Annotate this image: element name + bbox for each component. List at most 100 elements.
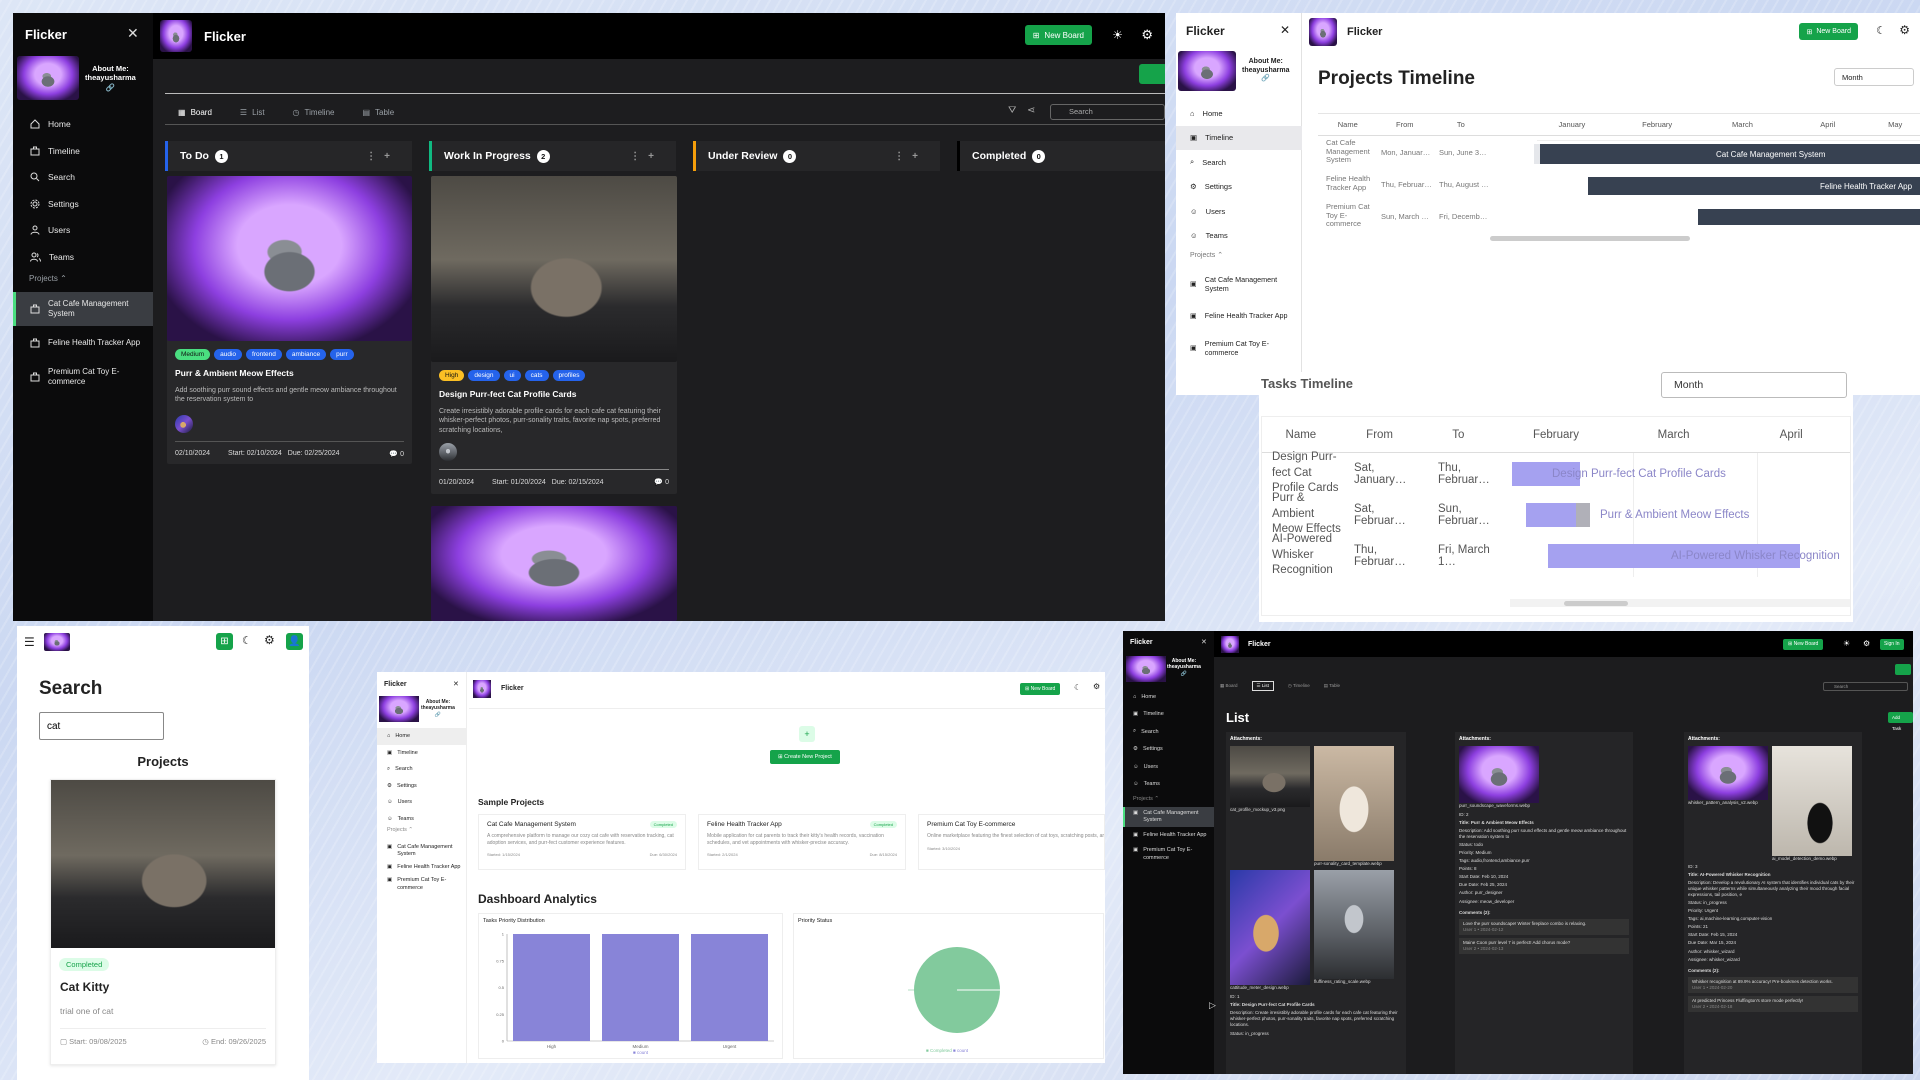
column-actions[interactable]: ⋮+: [630, 151, 662, 162]
close-icon[interactable]: ✕: [453, 680, 459, 688]
create-project-button[interactable]: ⊞ Create New Project: [770, 750, 840, 764]
project-card[interactable]: Cat Cafe Management System Completed A com…: [478, 814, 686, 870]
share-icon[interactable]: ⋖: [1027, 105, 1035, 116]
sidebar-item-timeline[interactable]: ▣ Timeline: [1123, 706, 1214, 724]
task-card[interactable]: High design ui cats profiles Design Purr…: [431, 176, 677, 494]
new-task-button[interactable]: [1139, 64, 1165, 84]
sidebar-item-users[interactable]: ☺ Users: [1176, 199, 1302, 224]
sidebar-item-users[interactable]: ☺ Users: [377, 794, 467, 811]
bar[interactable]: [602, 934, 679, 1041]
gantt-bar[interactable]: [1698, 209, 1920, 225]
view-mode-select[interactable]: Month: [1834, 68, 1914, 86]
new-board-button[interactable]: ⊞ New Board: [1783, 639, 1824, 650]
sidebar-item-timeline[interactable]: ▣ Timeline: [377, 745, 467, 762]
close-icon[interactable]: ✕: [127, 25, 139, 42]
projects-toggle[interactable]: Projects ⌃: [377, 827, 467, 841]
attachment-image[interactable]: [1230, 870, 1310, 985]
column-actions[interactable]: ⋮+: [894, 151, 926, 162]
projects-toggle[interactable]: Projects ⌃: [1123, 793, 1214, 807]
tab-list[interactable]: ☰ List: [1251, 681, 1274, 691]
link-icon[interactable]: 🔗: [85, 83, 136, 92]
tab-table[interactable]: ▤ Table: [1324, 683, 1340, 689]
gantt-bar[interactable]: Feline Health Tracker App: [1588, 177, 1920, 195]
attachment-image[interactable]: [1314, 746, 1394, 861]
projects-toggle[interactable]: Projects ⌃: [1190, 251, 1223, 259]
gear-icon[interactable]: ⚙: [1899, 23, 1910, 37]
project-card[interactable]: Feline Health Tracker App Completed Mobile…: [698, 814, 906, 870]
tab-list[interactable]: ☰ List: [240, 108, 265, 117]
sidebar-item-settings[interactable]: ⚙ Settings: [1176, 175, 1302, 200]
sidebar-item-users[interactable]: Users: [13, 217, 153, 244]
sidebar-item-search[interactable]: ⌕ Search: [377, 761, 467, 778]
sidebar-item-teams[interactable]: ☺ Teams: [1123, 776, 1214, 794]
horizontal-scrollbar[interactable]: [1490, 236, 1690, 241]
attachment-image[interactable]: [1230, 746, 1310, 807]
link-icon[interactable]: 🔗: [1167, 671, 1201, 677]
sun-icon[interactable]: ☀: [1843, 639, 1850, 648]
sidebar-project-item[interactable]: Feline Health Tracker App: [13, 326, 153, 360]
link-icon[interactable]: 🔗: [421, 712, 455, 718]
sidebar-item-timeline[interactable]: ▣ Timeline: [1176, 125, 1302, 150]
sidebar-item-teams[interactable]: ☺ Teams: [1176, 224, 1302, 249]
sidebar-project-item[interactable]: ▣ Premium Cat Toy E-commerce: [1123, 842, 1214, 864]
menu-icon[interactable]: ☰: [24, 635, 35, 649]
project-card[interactable]: Completed Cat Kitty trial one of cat ▢ S…: [50, 779, 276, 1065]
sidebar-project-item[interactable]: ▣ Cat Cafe Management System: [1123, 807, 1214, 828]
tab-timeline[interactable]: ◷ Timeline: [1288, 683, 1310, 689]
link-icon[interactable]: 🔗: [1242, 75, 1289, 84]
gantt-bar[interactable]: Cat Cafe Management System: [1540, 144, 1920, 164]
gantt-bar[interactable]: [1526, 503, 1590, 527]
sidebar-item-settings[interactable]: Settings: [13, 191, 153, 218]
bar[interactable]: [513, 934, 590, 1041]
sidebar-item-home[interactable]: ⌂ Home: [377, 728, 467, 745]
projects-toggle[interactable]: Projects ⌃: [29, 274, 67, 283]
tab-board[interactable]: ▦ Board: [178, 108, 212, 117]
sidebar-item-search[interactable]: ⌕ Search: [1123, 723, 1214, 741]
sidebar-item-settings[interactable]: ⚙ Settings: [377, 778, 467, 795]
sidebar-item-timeline[interactable]: Timeline: [13, 138, 153, 165]
moon-icon[interactable]: ☾: [242, 634, 252, 647]
sidebar-item-teams[interactable]: Teams: [13, 244, 153, 271]
sidebar-item-settings[interactable]: ⚙ Settings: [1123, 741, 1214, 759]
moon-icon[interactable]: ☾: [1074, 683, 1081, 692]
sidebar-project-item[interactable]: ▣ Feline Health Tracker App: [377, 861, 467, 874]
task-list-card[interactable]: Attachments: purr_soundscape_waveforms.w…: [1455, 732, 1633, 1074]
user-icon[interactable]: 👤: [286, 633, 303, 650]
search-input[interactable]: Search: [1823, 682, 1908, 691]
sidebar-project-item[interactable]: ▣ Cat Cafe Management System: [377, 841, 467, 861]
attachment-image[interactable]: [1688, 745, 1768, 800]
tab-timeline[interactable]: ◷ Timeline: [293, 108, 335, 117]
gear-icon[interactable]: ⚙: [264, 633, 275, 647]
filter-icon[interactable]: ⛛: [1008, 105, 1016, 116]
sidebar-item-teams[interactable]: ☺ Teams: [377, 811, 467, 828]
attachment-image[interactable]: [1459, 745, 1539, 803]
view-mode-select[interactable]: Month: [1661, 372, 1847, 398]
sidebar-project-item[interactable]: ▣ Feline Health Tracker App: [1176, 300, 1302, 332]
add-task-button[interactable]: Add Task: [1888, 712, 1913, 731]
task-card[interactable]: Medium audio frontend ambiance purr Purr…: [167, 176, 412, 464]
new-board-button[interactable]: ⊞ New Board: [1020, 683, 1061, 695]
search-input[interactable]: Search: [1050, 104, 1165, 120]
bar[interactable]: [691, 934, 768, 1041]
sidebar-project-item[interactable]: ▣ Premium Cat Toy E-commerce: [1176, 332, 1302, 364]
gear-icon[interactable]: ⚙: [1863, 639, 1870, 648]
task-list-card[interactable]: Attachments: whisker_pattern_analysis_v2…: [1684, 732, 1862, 1074]
close-icon[interactable]: ✕: [1280, 23, 1290, 37]
gear-icon[interactable]: ⚙: [1093, 682, 1100, 691]
sign-in-button[interactable]: Sign In: [1880, 639, 1904, 650]
sidebar-item-home[interactable]: ⌂ Home: [1176, 101, 1302, 126]
sidebar-project-item[interactable]: ▣ Feline Health Tracker App: [1123, 827, 1214, 842]
new-board-button[interactable]: [1895, 664, 1911, 675]
gear-icon[interactable]: ⚙: [1141, 27, 1153, 43]
sidebar-project-item[interactable]: Cat Cafe Management System: [13, 292, 153, 326]
tab-table[interactable]: ▤ Table: [362, 108, 394, 117]
sidebar-item-home[interactable]: Home: [13, 111, 153, 138]
sidebar-item-users[interactable]: ☺ Users: [1123, 758, 1214, 776]
project-card[interactable]: Premium Cat Toy E-commerce Online marketp…: [918, 814, 1105, 870]
search-input[interactable]: [39, 712, 164, 740]
task-card[interactable]: [431, 506, 677, 621]
new-board-button[interactable]: ⊞ New Board: [1024, 25, 1092, 45]
column-actions[interactable]: ⋮+: [366, 151, 398, 162]
sun-icon[interactable]: ☀: [1112, 28, 1123, 42]
sidebar-item-home[interactable]: ⌂ Home: [1123, 688, 1214, 706]
